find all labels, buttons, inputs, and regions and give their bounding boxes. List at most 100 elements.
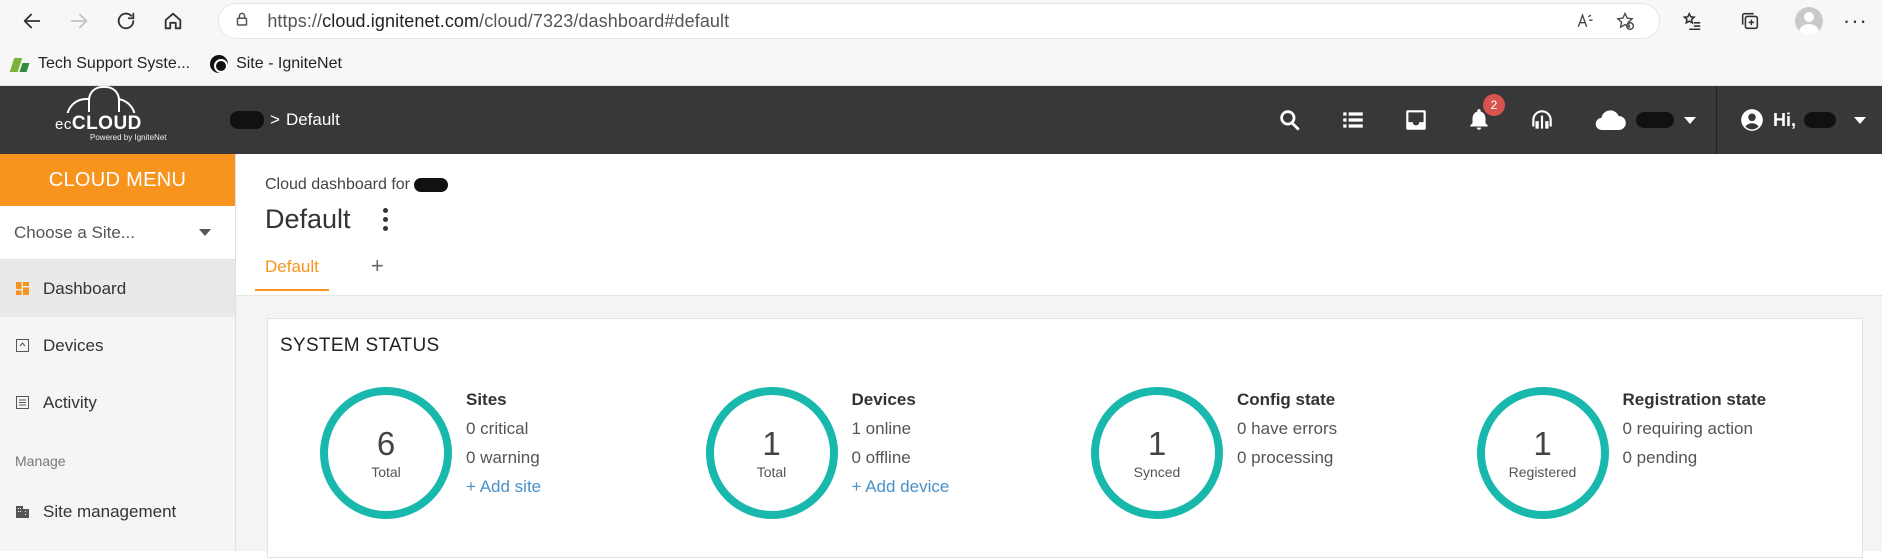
sidebar-item-dashboard[interactable]: Dashboard [0,260,235,317]
kebab-dot-icon [382,208,388,213]
dashboard-title-row: Default [265,204,1882,235]
dashboard-options-button[interactable] [379,204,392,235]
profile-avatar [1794,7,1823,35]
favorites-list-icon [1682,11,1700,31]
collections-button[interactable] [1724,10,1777,32]
activity-list-icon [16,396,29,409]
redacted-org-name[interactable] [230,111,264,129]
stat-info: Config state 0 have errors 0 processing [1237,387,1337,519]
add-tab-button[interactable]: + [371,253,384,291]
bookmark-label: Site - IgniteNet [236,55,342,72]
stat-number: 1 [1533,424,1552,462]
arrow-right-icon [70,13,88,29]
breadcrumb: > Default [230,110,340,130]
sidebar-item-label: Dashboard [43,278,127,298]
stat-title: Devices [851,390,916,409]
tech-support-favicon-icon [12,56,30,72]
stat-number: 1 [762,424,781,462]
home-icon [164,12,182,30]
read-aloud-button[interactable] [1565,11,1605,31]
search-button[interactable] [1259,86,1322,154]
chevron-down-icon [1854,116,1866,124]
back-button[interactable] [12,3,53,39]
main-content: Cloud dashboard for Default Default + SY… [236,154,1882,558]
stat-devices: 1 Total Devices 1 online 0 offline + Add… [705,387,1092,519]
stat-ring[interactable]: 1 Registered [1476,387,1609,519]
stat-ring-label: Registered [1508,463,1577,480]
user-menu[interactable]: Hi, [1715,86,1882,154]
sidebar-item-label: Activity [43,392,97,412]
tab-default[interactable]: Default [255,257,329,291]
site-chooser-dropdown[interactable]: Choose a Site... [0,206,235,260]
browser-toolbar: https://cloud.ignitenet.com/cloud/7323/d… [0,0,1882,42]
sidebar-item-site-management[interactable]: Site management [0,483,235,540]
list-view-button[interactable] [1322,86,1385,154]
notifications-button[interactable]: 2 [1448,86,1511,154]
add-site-link[interactable]: + Add site [466,477,541,497]
bookmarks-bar: Tech Support Syste... Site - IgniteNet [0,42,1882,86]
status-stats: 6 Total Sites 0 critical 0 warning + Add… [268,387,1862,519]
stat-line: 1 online [851,419,912,438]
cloud-selector[interactable] [1574,86,1716,154]
stat-title: Registration state [1622,390,1767,409]
favorites-button[interactable] [1665,10,1718,32]
cloud-icon [1595,110,1626,131]
headset-icon [1532,110,1553,129]
sidebar-item-label: Site management [43,501,177,521]
stat-line: 0 pending [1622,448,1698,467]
stat-ring[interactable]: 6 Total [320,387,452,519]
add-device-link[interactable]: + Add device [852,477,950,497]
chevron-down-icon [199,229,211,236]
stat-title: Config state [1237,390,1336,409]
dashboard-subtitle: Cloud dashboard for [265,176,1882,194]
address-bar[interactable]: https://cloud.ignitenet.com/cloud/7323/d… [219,4,1660,38]
dashboard-header: Cloud dashboard for Default Default + [236,154,1882,296]
stat-line: 0 have errors [1237,419,1338,438]
sidebar-item-label: Devices [43,335,104,355]
collections-icon [1741,12,1759,30]
redacted-user-name [1804,112,1836,128]
stat-line: 0 requiring action [1622,419,1753,438]
stat-ring[interactable]: 1 Total [705,387,838,519]
stat-registration-state: 1 Registered Registration state 0 requir… [1476,387,1863,519]
ecloud-logo[interactable]: ecCLOUD Powered by IgniteNet [0,86,196,154]
browser-chrome: https://cloud.ignitenet.com/cloud/7323/d… [0,0,1882,86]
chevron-down-icon [1683,116,1696,124]
app-header: ecCLOUD Powered by IgniteNet > Default 2 [0,86,1882,154]
arrow-left-icon [24,13,41,29]
page-title: Default [265,204,351,234]
read-aloud-icon [1578,13,1593,28]
bookmark-site-ignitenet[interactable]: Site - IgniteNet [210,55,342,73]
bookmark-label: Tech Support Syste... [38,55,191,72]
star-add-icon [1616,11,1635,30]
stat-number: 1 [1147,424,1167,462]
profile-button[interactable] [1782,7,1835,35]
support-button[interactable] [1511,86,1574,154]
reload-icon [117,12,135,30]
notification-badge: 2 [1482,94,1505,116]
kebab-dot-icon [382,226,388,231]
bookmark-tech-support[interactable]: Tech Support Syste... [12,55,190,73]
stat-ring[interactable]: 1 Synced [1091,387,1223,519]
reload-button[interactable] [106,3,147,39]
site-chooser-label: Choose a Site... [14,222,135,242]
forward-button[interactable] [59,3,100,39]
stat-line: 0 critical [466,419,529,438]
url-text: https://cloud.ignitenet.com/cloud/7323/d… [267,10,730,31]
system-status-card: SYSTEM STATUS 6 Total Sites 0 critical 0… [267,318,1863,558]
list-icon [1343,112,1364,128]
user-avatar-icon [1741,109,1763,131]
stat-line: 0 processing [1237,448,1334,467]
sidebar-item-devices[interactable]: Devices [0,317,235,374]
stat-config-state: 1 Synced Config state 0 have errors 0 pr… [1091,387,1477,519]
redacted-org-name [413,178,448,192]
home-button[interactable] [152,3,193,39]
inbox-button[interactable] [1385,86,1448,154]
sidebar-item-activity[interactable]: Activity [0,374,235,431]
more-menu-button[interactable]: ··· [1841,8,1870,34]
building-icon [16,506,29,518]
breadcrumb-current[interactable]: Default [286,110,340,130]
stat-info: Devices 1 online 0 offline + Add device [852,387,950,519]
card-title: SYSTEM STATUS [280,335,440,356]
add-favorite-button[interactable] [1605,11,1645,31]
